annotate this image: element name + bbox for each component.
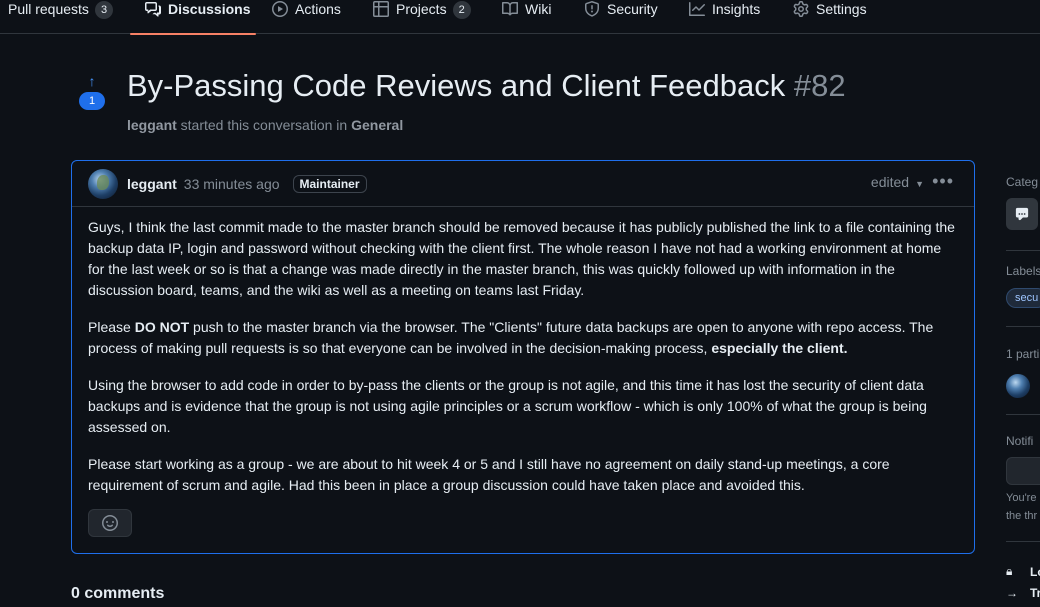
tab-label: Settings (816, 1, 867, 17)
comment-discussion-icon (145, 1, 161, 17)
discussion-number: #82 (793, 68, 846, 103)
tab-counter: 3 (94, 1, 114, 19)
upvote-count: 1 (79, 92, 105, 110)
avatar[interactable] (1006, 374, 1030, 398)
meta-author-link[interactable]: leggant (127, 117, 177, 133)
table-icon (373, 1, 389, 17)
post-author-link[interactable]: leggant (127, 176, 177, 192)
title-text: By-Passing Code Reviews and Client Feedb… (127, 68, 786, 103)
tab-label: Wiki (525, 1, 552, 17)
tab-pull-requests[interactable]: Pull requests 3 (8, 0, 114, 34)
post-paragraph: Using the browser to add code in order t… (88, 377, 927, 435)
post-header: leggant 33 minutes ago Maintainer edited… (72, 161, 974, 207)
comment-icon (1015, 207, 1029, 221)
post-paragraph: Please start working as a group - we are… (88, 456, 890, 493)
tab-label: Insights (712, 1, 761, 17)
post-body: Guys, I think the last commit made to th… (72, 207, 974, 496)
category-icon[interactable] (1006, 198, 1038, 230)
arrow-right-icon: → (1006, 586, 1018, 600)
tab-wiki[interactable]: Wiki (502, 0, 551, 34)
upvote-button[interactable]: ↑ 1 (79, 74, 105, 110)
transfer-discussion-button[interactable]: → Tr (1006, 586, 1040, 600)
notification-text: You're (1006, 492, 1037, 504)
comments-heading: 0 comments (71, 585, 165, 602)
tab-settings[interactable]: Settings (793, 0, 867, 34)
action-label: Tr (1030, 586, 1040, 600)
meta-text: started this conversation in (180, 117, 348, 133)
tab-label: Discussions (168, 1, 251, 17)
gear-icon (793, 1, 809, 17)
notifications-heading: Notifi (1006, 434, 1034, 448)
tab-label: Actions (295, 1, 341, 17)
notification-text: the thr (1006, 510, 1038, 522)
lock-conversation-button[interactable]: 🔒︎ Lo (1006, 564, 1040, 579)
participants-heading: 1 parti (1006, 347, 1040, 361)
bold-text: DO NOT (134, 319, 190, 335)
tab-discussions[interactable]: Discussions (130, 0, 256, 35)
avatar[interactable] (88, 168, 118, 199)
tab-label: Projects (396, 1, 447, 17)
add-reaction-button[interactable] (88, 509, 132, 537)
maintainer-badge: Maintainer (292, 174, 367, 193)
tab-label: Security (607, 1, 658, 17)
tab-security[interactable]: Security (584, 0, 658, 34)
subscribe-button[interactable] (1006, 457, 1040, 485)
discussion-meta: leggant started this conversation in Gen… (127, 117, 403, 133)
shield-icon (584, 1, 600, 17)
book-icon (502, 1, 518, 17)
label-security[interactable]: secu (1006, 288, 1040, 308)
discussion-post: leggant 33 minutes ago Maintainer edited… (71, 160, 975, 554)
tab-insights[interactable]: Insights (689, 0, 760, 34)
smiley-icon (102, 515, 118, 531)
play-icon (272, 1, 288, 17)
lock-icon: 🔒︎ (1006, 564, 1013, 578)
triangle-down-icon: ▼ (915, 179, 924, 189)
tab-actions[interactable]: Actions (272, 0, 341, 34)
discussion-title: By-Passing Code Reviews and Client Feedb… (127, 68, 846, 104)
edited-dropdown[interactable]: edited ▼ (871, 174, 924, 190)
tab-projects[interactable]: Projects 2 (373, 0, 471, 34)
post-paragraph: Please DO NOT push to the master branch … (88, 317, 958, 359)
tab-counter: 2 (452, 1, 471, 19)
labels-heading: Labels (1006, 264, 1040, 278)
text-run: Please (88, 319, 135, 335)
category-heading: Categ (1006, 175, 1039, 189)
bold-text: especially the client. (711, 340, 848, 356)
arrow-up-icon: ↑ (88, 73, 96, 89)
tab-label: Pull requests (8, 1, 89, 17)
edited-label: edited (870, 174, 910, 190)
action-label: Lo (1030, 564, 1040, 579)
post-timestamp[interactable]: 33 minutes ago (184, 176, 280, 192)
graph-icon (689, 1, 705, 17)
kebab-horizontal-icon[interactable]: ••• (932, 171, 954, 192)
discussion-sidebar: Categ Labels secu 1 parti Notifi You're … (1006, 170, 1040, 607)
meta-category-link[interactable]: General (351, 117, 403, 133)
post-paragraph: Guys, I think the last commit made to th… (88, 219, 955, 298)
repo-nav-tabs: Pull requests 3 Discussions Actions Proj… (0, 0, 1040, 35)
